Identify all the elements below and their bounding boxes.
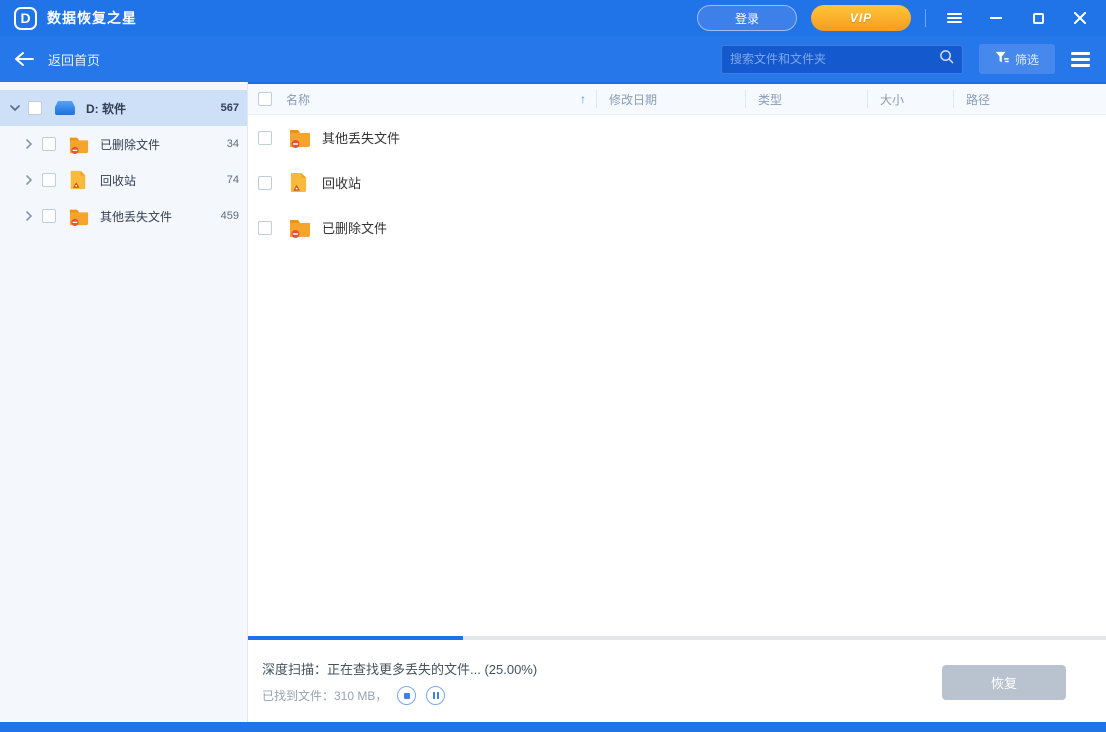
column-header-name[interactable]: 名称 ↑ [248,90,596,108]
chevron-right-icon[interactable] [22,211,36,221]
login-button[interactable]: 登录 [697,5,797,31]
table-header: 名称 ↑ 修改日期 类型 大小 路径 [248,84,1106,115]
sidebar-item-count: 34 [227,138,239,150]
column-header-path[interactable]: 路径 [953,90,1106,108]
folder-lost-icon [288,127,312,148]
sidebar-item-label: D: 软件 [86,100,215,117]
file-list-pane: 名称 ↑ 修改日期 类型 大小 路径 其他丢失文件 [248,82,1106,722]
search-box[interactable] [721,45,963,74]
column-header-type[interactable]: 类型 [745,90,867,108]
filter-button[interactable]: 筛选 [979,44,1055,74]
chevron-down-icon[interactable] [8,105,22,112]
file-name: 已删除文件 [322,218,387,237]
app-window: D 数据恢复之星 登录 VIP 返回首页 [0,0,1106,732]
sidebar-tree: D: 软件 567 已删除文件 34 [0,82,248,722]
folder-deleted-icon [68,134,90,154]
checkbox[interactable] [42,209,56,223]
titlebar-menu-icon[interactable] [940,5,968,31]
checkbox[interactable] [28,101,42,115]
column-label: 修改日期 [609,91,657,108]
sidebar-item-count: 459 [221,210,239,222]
checkbox[interactable] [258,221,272,235]
sidebar-item-count: 567 [221,102,239,114]
checkbox[interactable] [42,173,56,187]
close-button[interactable] [1066,5,1094,31]
table-row[interactable]: 其他丢失文件 [248,115,1106,160]
scan-status-text: 深度扫描：正在查找更多丢失的文件... (25.00%) [262,659,537,678]
scan-progress-bar [248,636,1106,640]
sidebar-item-recycle-bin[interactable]: 回收站 74 [0,162,247,198]
back-home-link[interactable]: 返回首页 [48,50,100,69]
file-name: 回收站 [322,173,361,192]
recover-button[interactable]: 恢复 [942,665,1066,700]
chevron-right-icon[interactable] [22,175,36,185]
sidebar-item-label: 已删除文件 [100,136,221,153]
file-name: 其他丢失文件 [322,128,400,147]
pause-icon [433,692,439,699]
select-all-checkbox[interactable] [258,92,272,106]
maximize-button[interactable] [1024,5,1052,31]
sort-ascending-icon[interactable]: ↑ [580,92,586,106]
column-label: 路径 [966,91,990,108]
pause-scan-button[interactable] [426,686,445,705]
app-logo-icon: D [14,7,37,30]
folder-lost-icon [68,206,90,226]
sidebar-item-drive[interactable]: D: 软件 567 [0,90,247,126]
sidebar-item-label: 回收站 [100,172,221,189]
back-arrow-icon[interactable] [14,51,34,67]
drive-icon [54,98,76,118]
vip-button[interactable]: VIP [811,5,911,31]
checkbox[interactable] [258,176,272,190]
more-menu-icon[interactable] [1071,49,1090,70]
recycle-bin-icon [68,170,90,190]
chevron-right-icon[interactable] [22,139,36,149]
folder-deleted-icon [288,217,312,238]
stop-scan-button[interactable] [397,686,416,705]
sidebar-item-count: 74 [227,174,239,186]
checkbox[interactable] [258,131,272,145]
window-bottom-strip [0,722,1106,732]
search-icon[interactable] [939,49,954,69]
column-label: 大小 [880,91,904,108]
column-header-size[interactable]: 大小 [867,90,953,108]
filter-label: 筛选 [1015,51,1039,68]
found-files-text: 已找到文件：310 MB， [262,687,387,704]
column-label: 名称 [286,91,310,108]
minimize-button[interactable] [982,5,1010,31]
titlebar: D 数据恢复之星 登录 VIP [0,0,1106,36]
stop-icon [404,693,410,699]
table-row[interactable]: 回收站 [248,160,1106,205]
checkbox[interactable] [42,137,56,151]
app-title: 数据恢复之星 [47,8,137,28]
search-input[interactable] [730,52,939,66]
titlebar-separator [925,9,926,27]
sidebar-item-deleted-files[interactable]: 已删除文件 34 [0,126,247,162]
column-label: 类型 [758,91,782,108]
status-bar: 深度扫描：正在查找更多丢失的文件... (25.00%) 已找到文件：310 M… [248,642,1106,722]
toolbar: 返回首页 筛选 [0,36,1106,82]
table-row[interactable]: 已删除文件 [248,205,1106,250]
sidebar-item-label: 其他丢失文件 [100,208,215,225]
column-header-date[interactable]: 修改日期 [596,90,745,108]
recycle-bin-icon [288,172,312,193]
sidebar-item-other-lost-files[interactable]: 其他丢失文件 459 [0,198,247,234]
funnel-icon [995,51,1009,68]
progress-fill [248,636,463,640]
